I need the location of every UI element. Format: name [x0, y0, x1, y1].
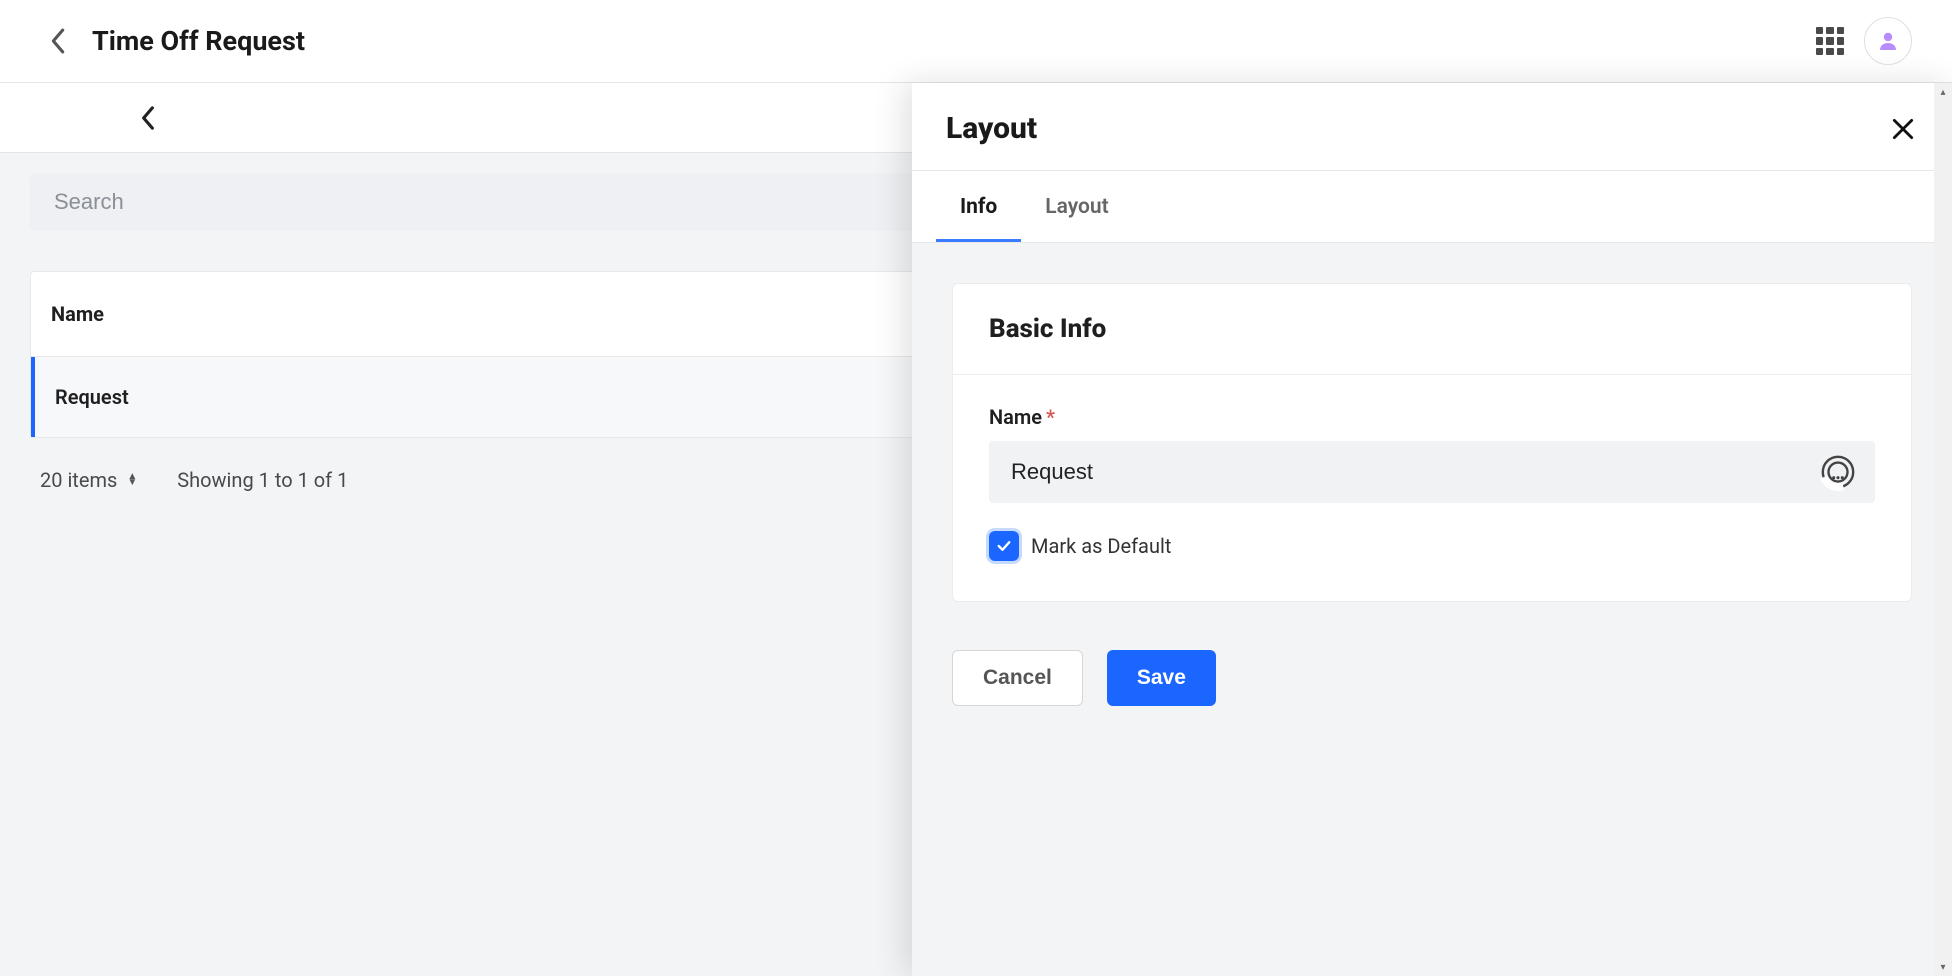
- sub-back-button[interactable]: [130, 100, 166, 136]
- close-button[interactable]: [1888, 114, 1918, 144]
- user-avatar[interactable]: [1864, 17, 1912, 65]
- chevron-left-icon: [49, 27, 67, 55]
- card-title: Basic Info: [953, 284, 1911, 375]
- panel-header: Layout: [912, 83, 1952, 170]
- apps-menu-icon[interactable]: [1816, 27, 1844, 55]
- tab-layout[interactable]: Layout: [1021, 171, 1132, 242]
- default-checkbox-row: Mark as Default: [989, 531, 1875, 561]
- default-checkbox[interactable]: [989, 531, 1019, 561]
- panel-title: Layout: [946, 111, 1037, 146]
- name-input[interactable]: [989, 441, 1875, 503]
- tab-info[interactable]: Info: [936, 171, 1021, 242]
- page-size-label: 20 items: [40, 468, 117, 492]
- check-icon: [995, 537, 1013, 555]
- cancel-button[interactable]: Cancel: [952, 650, 1083, 706]
- sort-stepper-icon: ▲▼: [127, 474, 137, 486]
- name-input-wrap: [989, 441, 1875, 503]
- topbar: Time Off Request: [0, 0, 1952, 83]
- scroll-up-icon[interactable]: ▴: [1934, 83, 1952, 101]
- close-icon: [1890, 116, 1916, 142]
- pager-status: Showing 1 to 1 of 1: [177, 468, 348, 492]
- card-body: Name *: [953, 375, 1911, 601]
- user-icon: [1876, 29, 1900, 53]
- tabs: Info Layout: [912, 170, 1952, 243]
- panel-body: Basic Info Name *: [912, 243, 1952, 976]
- page-title: Time Off Request: [92, 25, 305, 57]
- translate-icon[interactable]: [1819, 453, 1857, 491]
- save-button[interactable]: Save: [1107, 650, 1216, 706]
- scrollbar[interactable]: ▴ ▾: [1934, 83, 1952, 976]
- basic-info-card: Basic Info Name *: [952, 283, 1912, 602]
- panel-actions: Cancel Save: [952, 650, 1912, 706]
- default-checkbox-label: Mark as Default: [1031, 534, 1171, 558]
- required-indicator: *: [1046, 405, 1055, 429]
- layout-panel: Layout Info Layout Basic Info Name *: [912, 83, 1952, 976]
- name-field-label: Name *: [989, 405, 1875, 429]
- name-label-text: Name: [989, 405, 1042, 429]
- topbar-actions: [1816, 17, 1912, 65]
- back-button[interactable]: [40, 23, 76, 59]
- page-size-selector[interactable]: 20 items ▲▼: [40, 468, 137, 492]
- chevron-left-icon: [140, 105, 156, 131]
- scroll-down-icon[interactable]: ▾: [1934, 958, 1952, 976]
